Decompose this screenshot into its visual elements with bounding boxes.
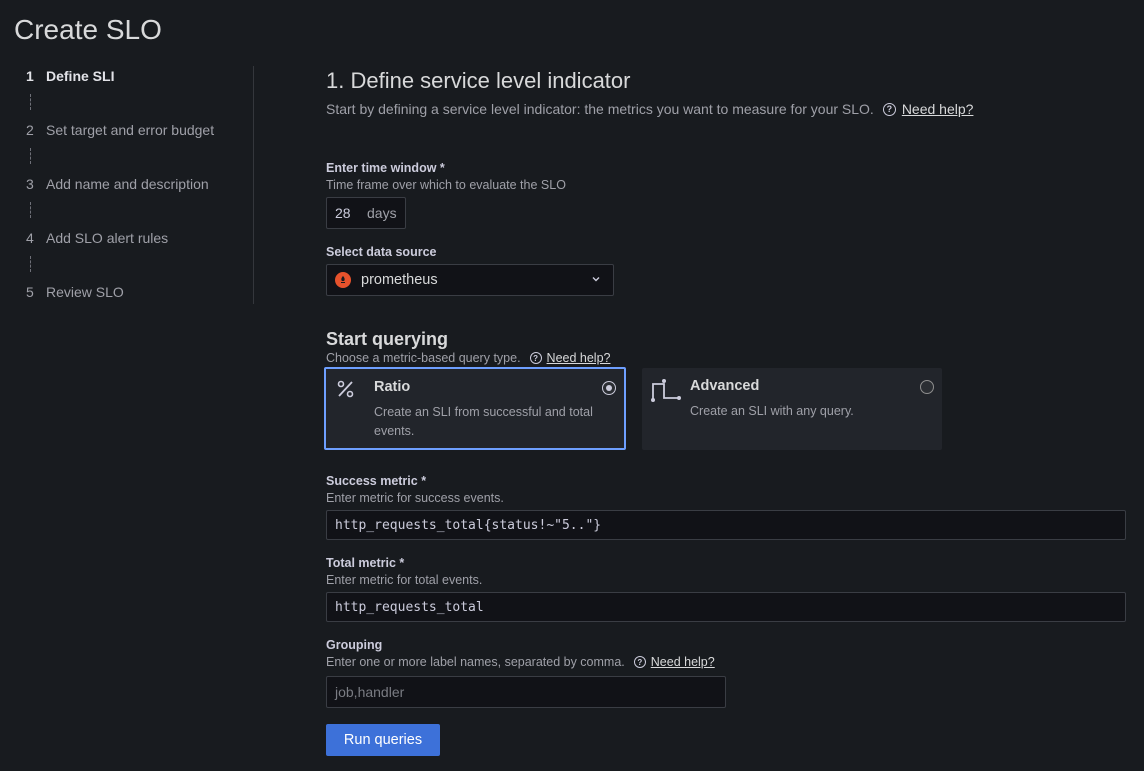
ratio-description: Create an SLI from successful and total … <box>374 405 593 438</box>
success-metric-value: http_requests_total{status!~"5.."} <box>335 517 602 533</box>
step-number: 3 <box>26 176 34 192</box>
step-set-target[interactable]: 2 Set target and error budget <box>26 120 214 140</box>
wizard-stepper: 1 Define SLI 2 Set target and error budg… <box>26 66 254 304</box>
question-circle-icon: ? <box>529 352 542 364</box>
question-circle-icon: ? <box>882 102 896 116</box>
total-metric-label: Total metric * <box>326 556 405 570</box>
step-label: Define SLI <box>46 68 115 84</box>
step-number: 2 <box>26 122 34 138</box>
query-type-advanced-card[interactable]: Advanced Create an SLI with any query. <box>642 368 942 450</box>
grouping-placeholder: job,handler <box>335 684 405 700</box>
data-source-label: Select data source <box>326 245 437 259</box>
flow-icon <box>650 378 682 407</box>
querying-description-text: Choose a metric-based query type. <box>326 351 521 365</box>
time-window-unit: days <box>367 205 397 221</box>
advanced-title: Advanced <box>690 378 760 394</box>
step-label: Review SLO <box>46 284 124 300</box>
time-window-label: Enter time window * <box>326 161 445 175</box>
chevron-down-icon <box>591 274 601 287</box>
step-connector <box>30 148 31 164</box>
query-type-ratio-card[interactable]: Ratio Create an SLI from successful and … <box>324 367 626 450</box>
grouping-input[interactable]: job,handler <box>326 676 726 708</box>
subtitle-text: Start by defining a service level indica… <box>326 101 874 117</box>
total-metric-input[interactable]: http_requests_total <box>326 592 1126 622</box>
step-number: 5 <box>26 284 34 300</box>
success-metric-label: Success metric * <box>326 474 427 488</box>
percent-icon <box>336 379 356 404</box>
step-number: 1 <box>26 68 34 84</box>
step-connector <box>30 202 31 218</box>
success-metric-input[interactable]: http_requests_total{status!~"5.."} <box>326 510 1126 540</box>
grouping-description-text: Enter one or more label names, separated… <box>326 655 625 669</box>
step-alert-rules[interactable]: 4 Add SLO alert rules <box>26 228 168 248</box>
ratio-title: Ratio <box>374 379 411 395</box>
step-review[interactable]: 5 Review SLO <box>26 282 124 302</box>
prometheus-logo-icon <box>335 272 351 288</box>
step-add-name[interactable]: 3 Add name and description <box>26 174 209 194</box>
run-queries-button[interactable]: Run queries <box>326 724 440 756</box>
step-connector <box>30 256 31 272</box>
data-source-value: prometheus <box>361 272 438 288</box>
step-label: Set target and error budget <box>46 122 215 138</box>
data-source-select[interactable]: prometheus <box>326 264 614 296</box>
advanced-description: Create an SLI with any query. <box>690 404 854 418</box>
total-metric-value: http_requests_total <box>335 599 484 615</box>
time-window-description: Time frame over which to evaluate the SL… <box>326 178 566 192</box>
section-subtitle: Start by defining a service level indica… <box>326 101 973 117</box>
grouping-label: Grouping <box>326 638 383 652</box>
total-metric-description: Enter metric for total events. <box>326 573 483 587</box>
step-connector <box>30 94 31 110</box>
querying-description: Choose a metric-based query type. ? Need… <box>326 351 611 365</box>
querying-heading: Start querying <box>326 329 449 349</box>
ratio-radio[interactable] <box>602 381 616 395</box>
grouping-description: Enter one or more label names, separated… <box>326 655 715 669</box>
success-metric-description: Enter metric for success events. <box>326 491 504 505</box>
time-window-input[interactable]: 28 days <box>326 197 406 229</box>
need-help-link[interactable]: Need help? <box>547 351 611 365</box>
page-title: Create SLO <box>14 14 162 45</box>
need-help-link[interactable]: Need help? <box>902 101 974 117</box>
need-help-link[interactable]: Need help? <box>651 655 715 669</box>
section-heading: 1. Define service level indicator <box>326 68 631 93</box>
step-define-sli[interactable]: 1 Define SLI <box>26 66 114 86</box>
time-window-value[interactable]: 28 <box>327 205 361 221</box>
step-label: Add SLO alert rules <box>46 230 169 246</box>
advanced-radio[interactable] <box>920 380 934 394</box>
question-circle-icon: ? <box>633 656 646 668</box>
step-label: Add name and description <box>46 176 209 192</box>
step-number: 4 <box>26 230 34 246</box>
